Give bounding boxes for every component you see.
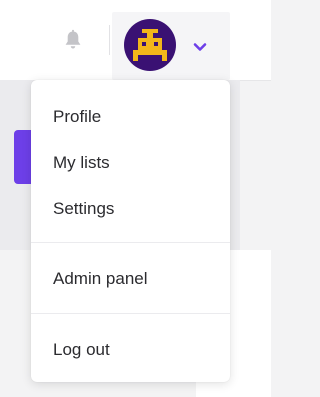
bell-icon[interactable] <box>61 28 85 52</box>
menu-item-label: Admin panel <box>53 269 148 288</box>
menu-divider <box>31 242 230 243</box>
menu-item-settings[interactable]: Settings <box>31 189 230 229</box>
user-menu-button[interactable] <box>112 12 230 80</box>
top-navbar <box>0 0 271 80</box>
chevron-down-icon <box>192 40 208 52</box>
menu-item-label: Log out <box>53 340 110 359</box>
menu-item-log-out[interactable]: Log out <box>31 330 230 370</box>
menu-item-admin-panel[interactable]: Admin panel <box>31 259 230 299</box>
header-divider <box>109 25 110 55</box>
menu-item-label: Settings <box>53 199 115 218</box>
user-avatar <box>124 19 176 71</box>
menu-item-label: Profile <box>53 107 102 126</box>
menu-item-label: My lists <box>53 153 110 172</box>
menu-item-my-lists[interactable]: My lists <box>31 143 230 183</box>
menu-divider <box>31 313 230 314</box>
menu-item-profile[interactable]: Profile <box>31 97 230 137</box>
user-dropdown-menu: Profile My lists Settings Admin panel Lo… <box>31 80 230 382</box>
